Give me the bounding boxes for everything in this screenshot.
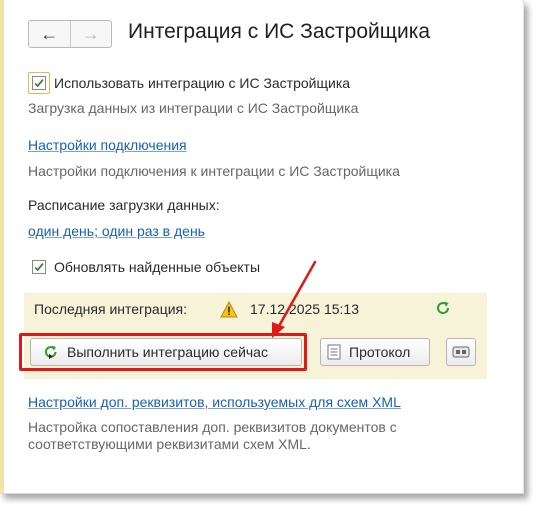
xml-settings-description-line2: соответствующими реквизитами схем XML.	[28, 436, 311, 452]
xml-settings-link[interactable]: Настройки доп. реквизитов, используемых …	[28, 394, 401, 410]
back-button[interactable]: ←	[29, 21, 70, 47]
checkmark-icon	[34, 79, 44, 88]
arrow-left-icon: ←	[40, 23, 59, 44]
form-window: ← → Интеграция с ИС Застройщика Использо…	[0, 0, 524, 494]
schedule-link[interactable]: один день; один раз в день	[28, 223, 205, 239]
navigation-buttons: ← →	[28, 20, 112, 48]
extra-settings-button[interactable]	[446, 338, 476, 366]
schedule-label: Расписание загрузки данных:	[28, 197, 220, 213]
checkmark-icon	[34, 263, 44, 272]
last-integration-value: 17.12.2025 15:13	[250, 301, 359, 317]
connection-settings-link[interactable]: Настройки подключения	[28, 137, 187, 153]
last-integration-label: Последняя интеграция:	[34, 301, 188, 317]
protocol-button[interactable]: Протокол	[320, 338, 430, 366]
xml-settings-description-line1: Настройка сопоставления доп. реквизитов …	[28, 419, 397, 435]
use-integration-checkbox[interactable]	[32, 76, 46, 90]
use-integration-label[interactable]: Использовать интеграцию с ИС Застройщика	[54, 75, 350, 91]
arrow-right-icon: →	[81, 23, 100, 44]
use-integration-description: Загрузка данных из интеграции с ИС Застр…	[28, 100, 359, 116]
connection-settings-description: Настройки подключения к интеграции с ИС …	[28, 163, 400, 179]
refresh-icon[interactable]	[435, 300, 451, 316]
run-button-highlight	[19, 333, 307, 371]
forward-button[interactable]: →	[69, 21, 112, 47]
page-title: Интеграция с ИС Застройщика	[128, 20, 431, 43]
update-found-objects-checkbox[interactable]	[32, 260, 46, 274]
update-found-objects-label[interactable]: Обновлять найденные объекты	[54, 259, 260, 275]
settings-icon	[452, 346, 470, 358]
warning-icon	[220, 301, 238, 318]
document-icon	[327, 344, 341, 360]
protocol-label: Протокол	[349, 344, 411, 360]
